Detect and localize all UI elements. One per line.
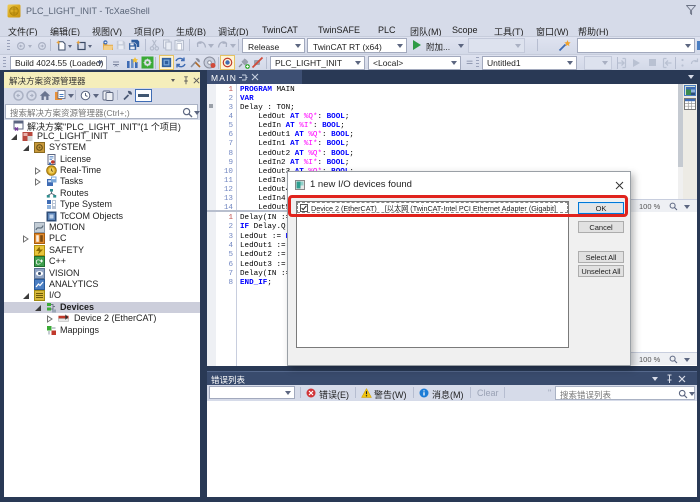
svg-text:C: C (36, 258, 42, 267)
